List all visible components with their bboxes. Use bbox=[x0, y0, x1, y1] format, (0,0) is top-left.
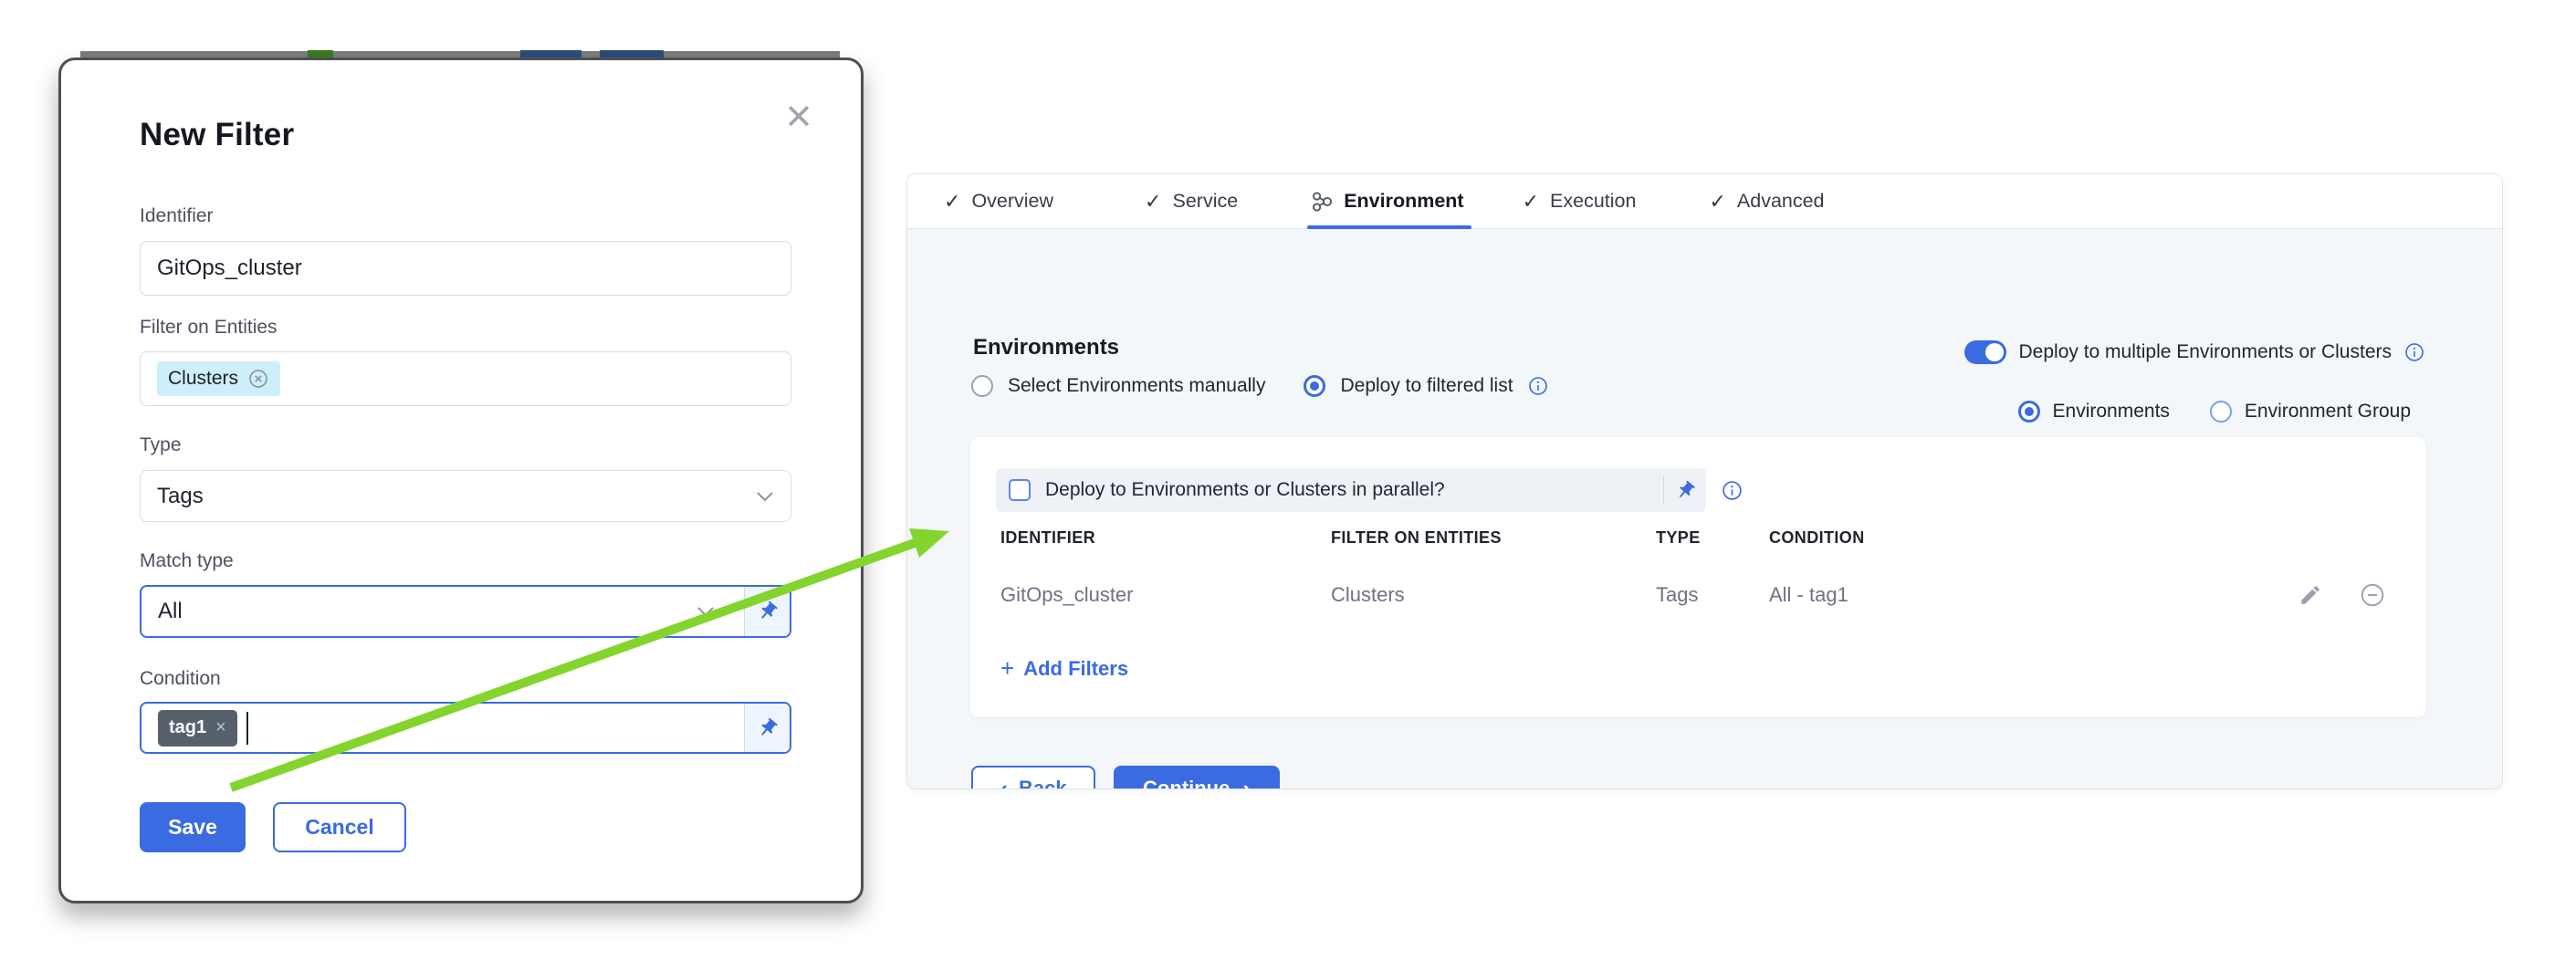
radio-environments-label: Environments bbox=[2053, 401, 2170, 423]
filter-row-type: Tags bbox=[1656, 583, 1698, 607]
column-header-filter-on-entities: FILTER ON ENTITIES bbox=[1331, 528, 1502, 548]
back-label: Back bbox=[1019, 777, 1067, 789]
plus-icon: + bbox=[1000, 654, 1014, 683]
column-header-type: TYPE bbox=[1656, 528, 1701, 548]
condition-input[interactable]: tag1 × bbox=[140, 702, 791, 754]
save-button[interactable]: Save bbox=[140, 802, 246, 852]
parallel-checkbox[interactable] bbox=[1009, 479, 1031, 501]
identifier-value: GitOps_cluster bbox=[157, 256, 302, 281]
text-caret bbox=[246, 712, 248, 745]
filter-row-identifier: GitOps_cluster bbox=[1000, 583, 1134, 607]
chevron-right-icon: › bbox=[1242, 777, 1251, 789]
radio-environments[interactable] bbox=[2018, 401, 2040, 423]
add-filters-label: Add Filters bbox=[1023, 657, 1128, 681]
environment-tab-content: Environments Select Environments manuall… bbox=[907, 229, 2502, 789]
check-icon: ✓ bbox=[1709, 190, 1725, 214]
check-icon: ✓ bbox=[1523, 190, 1539, 214]
radio-select-manually[interactable] bbox=[971, 375, 993, 397]
radio-deploy-filtered-label: Deploy to filtered list bbox=[1340, 375, 1513, 397]
environment-selection-radios: Select Environments manually Deploy to f… bbox=[971, 375, 1548, 397]
identifier-label: Identifier bbox=[140, 205, 786, 227]
screenshot-canvas: ✕ New Filter Identifier GitOps_cluster F… bbox=[0, 0, 2576, 971]
type-value: Tags bbox=[157, 484, 204, 509]
filter-on-entities-input[interactable]: Clusters bbox=[140, 351, 791, 406]
tab-execution[interactable]: ✓ Execution bbox=[1523, 174, 1637, 229]
match-type-value: All bbox=[158, 599, 183, 624]
pin-toggle-button[interactable] bbox=[744, 704, 790, 752]
entities-chip[interactable]: Clusters bbox=[157, 361, 280, 396]
match-type-select[interactable]: All bbox=[140, 585, 791, 638]
tab-label: Service bbox=[1172, 190, 1238, 213]
remove-icon[interactable] bbox=[2359, 581, 2386, 609]
filter-row-actions bbox=[2299, 581, 2386, 609]
filter-on-entities-label: Filter on Entities bbox=[140, 317, 786, 339]
chevron-down-icon bbox=[756, 491, 774, 502]
info-icon[interactable] bbox=[1722, 480, 1743, 506]
environment-icon bbox=[1311, 191, 1333, 213]
radio-deploy-filtered[interactable] bbox=[1304, 375, 1325, 397]
check-icon: ✓ bbox=[1145, 190, 1161, 214]
radio-environment-group-label: Environment Group bbox=[2245, 401, 2411, 423]
multi-env-toggle-row: Deploy to multiple Environments or Clust… bbox=[1964, 340, 2425, 364]
check-icon: ✓ bbox=[944, 190, 960, 214]
chip-remove-icon[interactable] bbox=[247, 368, 269, 390]
new-filter-modal: ✕ New Filter Identifier GitOps_cluster F… bbox=[58, 57, 864, 903]
environment-scope-radios: Environments Environment Group bbox=[2018, 401, 2411, 423]
match-type-label: Match type bbox=[140, 550, 786, 572]
entities-chip-label: Clusters bbox=[168, 368, 238, 390]
close-icon[interactable]: ✕ bbox=[784, 100, 813, 135]
stage-tabbar: ✓ Overview ✓ Service Environment ✓ Execu… bbox=[907, 174, 2502, 229]
pipeline-stage-panel: ✓ Overview ✓ Service Environment ✓ Execu… bbox=[906, 173, 2503, 789]
type-select[interactable]: Tags bbox=[140, 470, 791, 522]
identifier-input[interactable]: GitOps_cluster bbox=[140, 241, 791, 296]
radio-select-manually-label: Select Environments manually bbox=[1008, 375, 1265, 397]
pin-icon bbox=[752, 596, 783, 627]
multi-env-toggle[interactable] bbox=[1964, 340, 2006, 364]
tab-advanced[interactable]: ✓ Advanced bbox=[1709, 174, 1824, 229]
chevron-down-icon bbox=[696, 606, 715, 617]
tab-overview[interactable]: ✓ Overview bbox=[944, 174, 1053, 229]
edit-icon[interactable] bbox=[2299, 583, 2322, 607]
add-filters-button[interactable]: + Add Filters bbox=[1000, 654, 1128, 683]
parallel-checkbox-label: Deploy to Environments or Clusters in pa… bbox=[1045, 479, 1445, 501]
back-button[interactable]: ‹ Back bbox=[971, 766, 1095, 789]
pin-toggle-button[interactable] bbox=[744, 587, 790, 636]
filter-row-entities: Clusters bbox=[1331, 583, 1405, 607]
continue-button[interactable]: Continue › bbox=[1114, 766, 1280, 789]
pin-icon bbox=[1670, 475, 1700, 505]
tab-label: Advanced bbox=[1737, 190, 1825, 213]
filter-row-condition: All - tag1 bbox=[1769, 583, 1848, 607]
cancel-button[interactable]: Cancel bbox=[273, 802, 406, 852]
tab-service[interactable]: ✓ Service bbox=[1145, 174, 1238, 229]
info-icon[interactable] bbox=[1528, 376, 1548, 396]
chevron-left-icon: ‹ bbox=[1000, 777, 1008, 789]
modal-title: New Filter bbox=[140, 117, 786, 153]
pin-toggle-button[interactable] bbox=[1664, 480, 1706, 501]
info-icon[interactable] bbox=[2404, 342, 2424, 362]
type-label: Type bbox=[140, 434, 786, 456]
environments-heading: Environments bbox=[973, 335, 1119, 360]
continue-label: Continue bbox=[1143, 777, 1230, 789]
tab-environment[interactable]: Environment bbox=[1311, 174, 1463, 229]
condition-chip-label: tag1 bbox=[169, 717, 206, 738]
multi-env-toggle-label: Deploy to multiple Environments or Clust… bbox=[2019, 341, 2393, 363]
filters-card: Deploy to Environments or Clusters in pa… bbox=[970, 437, 2426, 717]
condition-label: Condition bbox=[140, 668, 786, 690]
parallel-deploy-bar: Deploy to Environments or Clusters in pa… bbox=[996, 468, 1706, 512]
wizard-footer: ‹ Back Continue › bbox=[971, 766, 1280, 789]
radio-environment-group[interactable] bbox=[2210, 401, 2232, 423]
tab-label: Execution bbox=[1550, 190, 1636, 213]
chip-remove-icon[interactable]: × bbox=[215, 717, 226, 738]
tab-label: Overview bbox=[971, 190, 1053, 213]
column-header-condition: CONDITION bbox=[1769, 528, 1865, 548]
pin-icon bbox=[752, 713, 783, 744]
condition-chip[interactable]: tag1 × bbox=[158, 710, 237, 747]
column-header-identifier: IDENTIFIER bbox=[1000, 528, 1095, 548]
tab-label: Environment bbox=[1344, 190, 1463, 213]
